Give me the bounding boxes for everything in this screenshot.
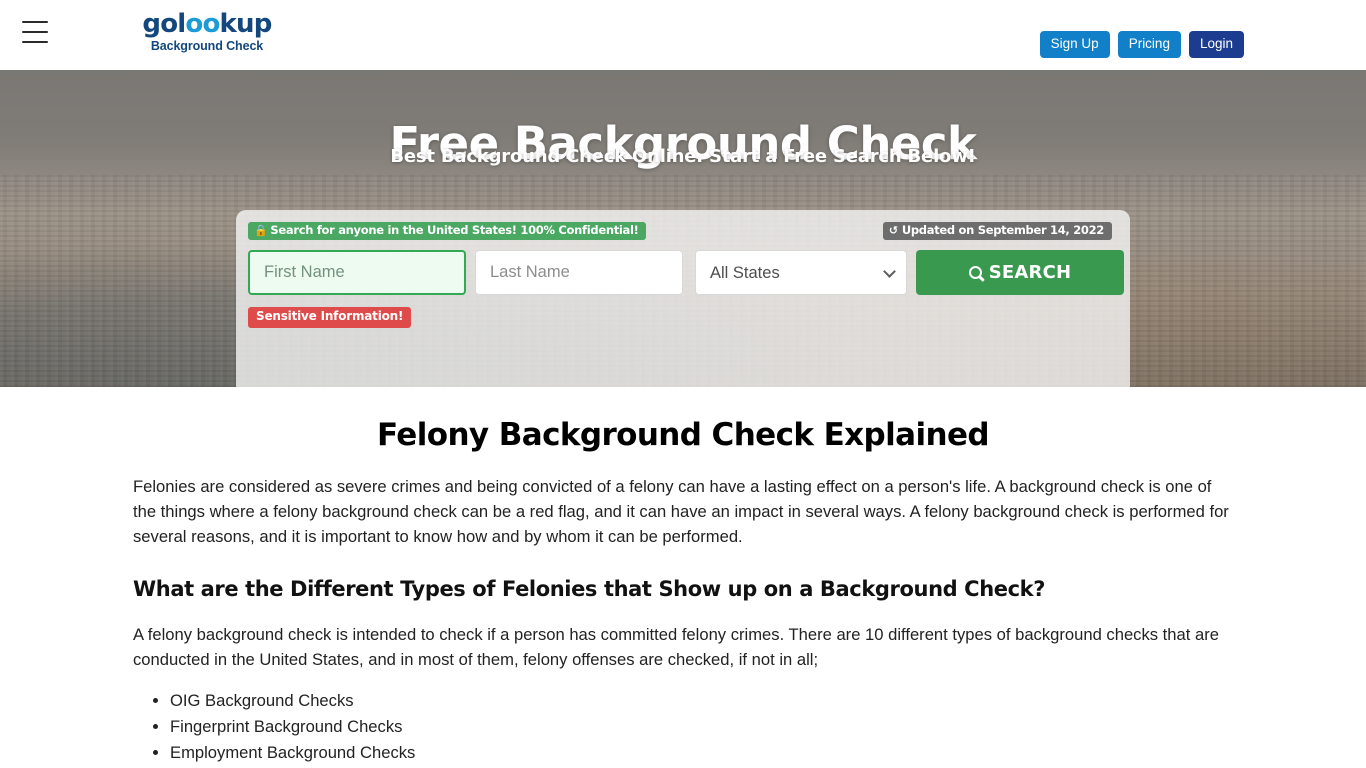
hamburger-bar: [22, 21, 48, 23]
search-panel: 🔒 Search for anyone in the United States…: [236, 210, 1130, 387]
article-content: Felony Background Check Explained Feloni…: [133, 417, 1233, 768]
background-check-types-list: OIG Background Checks Fingerprint Backgr…: [133, 688, 1233, 768]
section-heading: What are the Different Types of Felonies…: [133, 576, 1045, 601]
confidential-badge-label: Search for anyone in the United States! …: [270, 223, 639, 237]
hamburger-bar: [22, 31, 48, 33]
search-button-label: SEARCH: [988, 262, 1072, 283]
brand-magnifier-icon: oo: [185, 9, 220, 39]
last-name-input[interactable]: [475, 250, 683, 295]
brand-tagline: Background Check: [150, 39, 264, 53]
refresh-icon: ↺: [888, 224, 898, 238]
header-actions: Sign Up Pricing Login: [1039, 31, 1244, 58]
brand-wordmark: golookup: [137, 11, 277, 37]
lock-icon: 🔒: [254, 224, 268, 238]
sign-up-button[interactable]: Sign Up: [1039, 31, 1110, 58]
brand-logo[interactable]: golookup Background Check: [137, 11, 277, 53]
hero-section: Free Background Check Best Background Ch…: [0, 70, 1366, 387]
hamburger-bar: [22, 41, 48, 43]
list-item: Fingerprint Background Checks: [170, 714, 1233, 740]
pricing-button[interactable]: Pricing: [1117, 31, 1181, 58]
brand-word-left: gol: [142, 9, 186, 39]
updated-badge-label: Updated on September 14, 2022: [901, 223, 1104, 237]
search-button[interactable]: SEARCH: [916, 250, 1124, 295]
state-select[interactable]: All States: [695, 250, 907, 295]
search-badge-row: 🔒 Search for anyone in the United States…: [248, 222, 1118, 241]
intro-paragraph: Felonies are considered as severe crimes…: [133, 477, 1229, 547]
site-header: golookup Background Check Sign Up Pricin…: [0, 0, 1366, 70]
hamburger-icon[interactable]: [22, 21, 48, 43]
confidential-badge: 🔒 Search for anyone in the United States…: [248, 222, 646, 241]
state-select-wrapper: All States: [695, 250, 907, 295]
brand-word-right: kup: [219, 9, 273, 39]
first-name-input[interactable]: [248, 250, 466, 295]
list-item: OIG Background Checks: [170, 688, 1233, 714]
login-button[interactable]: Login: [1188, 31, 1244, 58]
magnifier-icon: [968, 266, 982, 279]
page-title: Felony Background Check Explained: [376, 417, 990, 453]
section-paragraph: A felony background check is intended to…: [133, 624, 1219, 669]
hero-subtitle: Best Background Check Online. Start a Fr…: [390, 146, 976, 167]
search-fields-row: All States SEARCH: [242, 250, 1124, 295]
sensitive-information-badge: Sensitive Information!: [248, 307, 412, 328]
list-item: Employment Background Checks: [170, 740, 1233, 766]
updated-badge: ↺ Updated on September 14, 2022: [882, 222, 1112, 241]
